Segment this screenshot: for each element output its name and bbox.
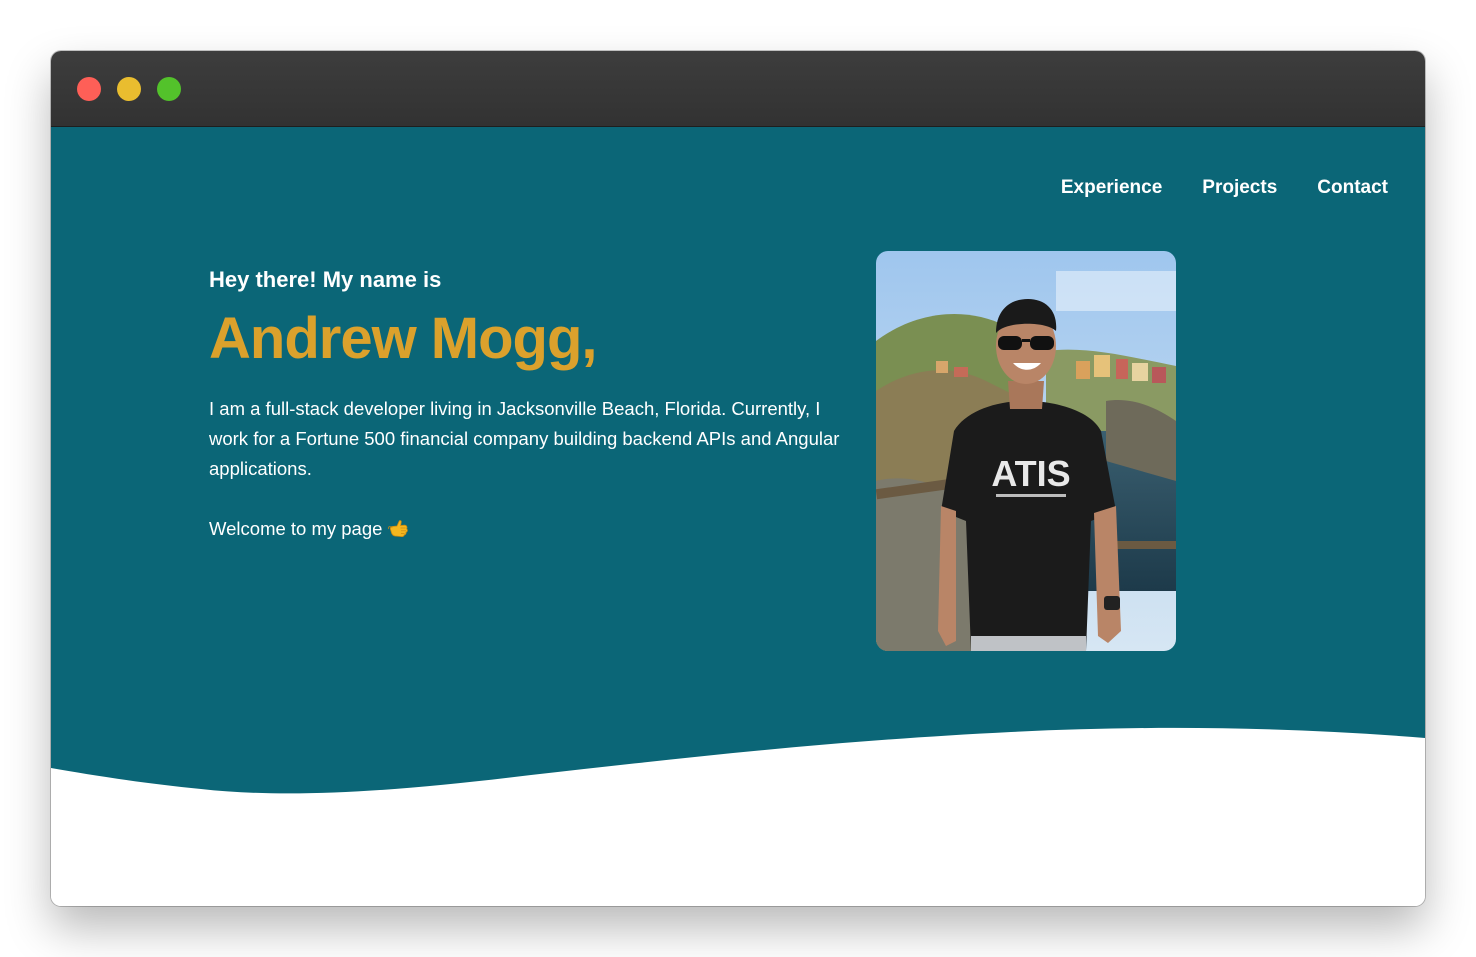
close-window-button[interactable] <box>77 77 101 101</box>
main-nav: Experience Projects Contact <box>1061 177 1388 199</box>
bio-text: I am a full-stack developer living in Ja… <box>209 397 840 479</box>
profile-photo: ATIS <box>876 251 1176 651</box>
greeting-text: Hey there! My name is <box>209 267 442 292</box>
name-heading: Andrew Mogg, <box>209 306 598 371</box>
hero-section: Experience Projects Contact Hey there! M… <box>51 127 1425 906</box>
shirt-text: ATIS <box>991 453 1070 494</box>
window-titlebar <box>51 51 1425 127</box>
welcome-line: Welcome to my page <box>209 514 859 544</box>
nav-experience-link[interactable]: Experience <box>1061 177 1162 199</box>
maximize-window-button[interactable] <box>157 77 181 101</box>
screenshot-stage: Experience Projects Contact Hey there! M… <box>0 0 1476 957</box>
profile-photo-illustration: ATIS <box>876 251 1176 651</box>
nav-contact-link[interactable]: Contact <box>1317 177 1388 199</box>
welcome-text: Welcome to my page <box>209 517 383 539</box>
call-me-hand-icon <box>388 520 409 537</box>
minimize-window-button[interactable] <box>117 77 141 101</box>
intro-block: Hey there! My name is Andrew Mogg, I am … <box>209 267 859 544</box>
browser-window: Experience Projects Contact Hey there! M… <box>51 51 1425 906</box>
nav-projects-link[interactable]: Projects <box>1202 177 1277 199</box>
